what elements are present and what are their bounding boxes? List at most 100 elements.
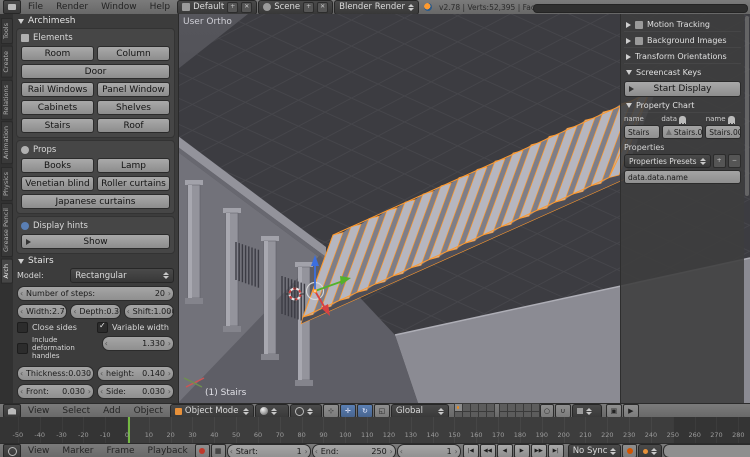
section-transform-orientations[interactable]: Transform Orientations bbox=[624, 50, 741, 64]
handle-factor-slider[interactable]: 1.330 bbox=[101, 336, 174, 351]
rotate-manipulator-button[interactable]: ↻ bbox=[356, 404, 373, 418]
tool-shelf-tab-create[interactable]: Create bbox=[0, 46, 13, 78]
section-motion-tracking[interactable]: Motion Tracking bbox=[624, 18, 741, 32]
add-scene-button[interactable]: + bbox=[303, 1, 315, 13]
venetian-blind-button[interactable]: Venetian blind bbox=[21, 176, 94, 191]
play-reverse-button[interactable]: ◀ bbox=[496, 444, 513, 457]
shelves-button[interactable]: Shelves bbox=[97, 100, 170, 115]
chart-name-field[interactable]: Stairs bbox=[624, 125, 660, 139]
menu-add[interactable]: Add bbox=[97, 406, 126, 416]
menu-window[interactable]: Window bbox=[95, 2, 143, 12]
scale-manipulator-button[interactable]: ◱ bbox=[373, 404, 390, 418]
screen-layout-selector[interactable]: Default + ✕ bbox=[177, 0, 258, 15]
viewport-3d[interactable]: User Ortho (1) Stairs Motion Tracking Ba… bbox=[178, 14, 750, 403]
keying-set-field[interactable] bbox=[663, 444, 750, 457]
current-frame-field[interactable]: 1 bbox=[396, 443, 461, 457]
frame-start-field[interactable]: Start:1 bbox=[226, 443, 311, 457]
side-slider[interactable]: Side:0.030 bbox=[97, 384, 174, 399]
tool-shelf-tab-grease-pencil[interactable]: Grease Pencil bbox=[0, 202, 13, 257]
lamp-button[interactable]: Lamp bbox=[97, 158, 170, 173]
add-layout-button[interactable]: + bbox=[227, 1, 239, 13]
menu-tl-marker[interactable]: Marker bbox=[56, 446, 99, 456]
sync-dropdown[interactable]: No Sync bbox=[567, 443, 622, 457]
panel-window-button[interactable]: Panel Window bbox=[97, 82, 170, 97]
autokey-record-button[interactable] bbox=[194, 444, 210, 457]
keying-options-button[interactable]: ▦ bbox=[210, 444, 226, 457]
variable-width-checkbox[interactable]: Variable width bbox=[97, 321, 174, 333]
rail-windows-button[interactable]: Rail Windows bbox=[21, 82, 94, 97]
properties-presets-dropdown[interactable]: Properties Presets bbox=[624, 154, 711, 168]
tool-shelf-tab-arch[interactable]: Arch bbox=[0, 258, 13, 284]
section-screencast-keys[interactable]: Screencast Keys bbox=[624, 66, 741, 79]
preset-remove-button[interactable]: − bbox=[727, 154, 741, 168]
menu-view[interactable]: View bbox=[22, 406, 55, 416]
room-button[interactable]: Room bbox=[21, 46, 94, 61]
section-background-images[interactable]: Background Images bbox=[624, 34, 741, 48]
menu-select[interactable]: Select bbox=[56, 406, 96, 416]
region-scrollbar[interactable] bbox=[745, 16, 749, 196]
chart-data-field[interactable]: Stairs.002 bbox=[661, 125, 704, 139]
tool-shelf-tab-animation[interactable]: Animation bbox=[0, 121, 13, 165]
thickness-slider[interactable]: Thickness:0.030 bbox=[17, 366, 94, 381]
menu-object[interactable]: Object bbox=[128, 406, 169, 416]
render-engine-dropdown[interactable]: Blender Render bbox=[334, 0, 420, 15]
tool-shelf-tab-physics[interactable]: Physics bbox=[0, 166, 13, 201]
front-slider[interactable]: Front:0.030 bbox=[17, 384, 94, 399]
menu-tl-playback[interactable]: Playback bbox=[142, 446, 194, 456]
translate-manipulator-button[interactable]: ✛ bbox=[339, 404, 356, 418]
deformation-handles-checkbox[interactable]: Include deformation handles bbox=[17, 336, 99, 360]
tool-shelf-tab-tools[interactable]: Tools bbox=[0, 18, 13, 45]
menu-tl-frame[interactable]: Frame bbox=[100, 446, 140, 456]
timeline-playhead[interactable] bbox=[128, 417, 131, 443]
stairs-button[interactable]: Stairs bbox=[21, 118, 94, 133]
close-scene-button[interactable]: ✕ bbox=[317, 1, 329, 13]
info-scrollbar[interactable] bbox=[533, 4, 748, 13]
depth-slider[interactable]: Depth:0.300 bbox=[70, 304, 121, 319]
tool-shelf-tab-relations[interactable]: Relations bbox=[0, 79, 13, 120]
roller-curtains-button[interactable]: Roller curtains bbox=[97, 176, 170, 191]
manipulator-toggle-button[interactable]: ⊹ bbox=[322, 404, 339, 418]
panel-header-stairs[interactable]: Stairs bbox=[16, 256, 175, 266]
menu-tl-view[interactable]: View bbox=[22, 446, 55, 456]
section-property-chart[interactable]: Property Chart bbox=[624, 99, 741, 113]
data-path-field[interactable]: data.data.name bbox=[624, 170, 741, 184]
editor-type-3dview-button[interactable] bbox=[3, 404, 21, 418]
render-opengl-button[interactable]: ▣ bbox=[605, 404, 622, 418]
editor-type-info-button[interactable] bbox=[3, 0, 21, 14]
japanese-curtains-button[interactable]: Japanese curtains bbox=[21, 194, 170, 209]
timeline-canvas[interactable]: -50 -40 -30 -20 -10 0 10 20 30 40 50 60 70 80 90 100 110… bbox=[0, 417, 750, 443]
model-dropdown[interactable]: Rectangular bbox=[70, 268, 174, 283]
height-slider[interactable]: height:0.140 bbox=[97, 366, 174, 381]
column-button[interactable]: Column bbox=[97, 46, 170, 61]
panel-header-archimesh[interactable]: Archimesh bbox=[16, 16, 175, 26]
frame-end-field[interactable]: End:250 bbox=[311, 443, 396, 457]
jump-to-start-button[interactable]: |◀ bbox=[462, 444, 479, 457]
number-of-steps-slider[interactable]: Number of steps:20 bbox=[17, 286, 174, 301]
keying-set-dropdown[interactable] bbox=[638, 443, 663, 457]
show-hints-button[interactable]: Show bbox=[21, 234, 170, 249]
render-opengl-anim-button[interactable]: ▶ bbox=[622, 404, 639, 418]
close-layout-button[interactable]: ✕ bbox=[241, 1, 253, 13]
prev-keyframe-button[interactable]: ◀◀ bbox=[479, 444, 496, 457]
books-button[interactable]: Books bbox=[21, 158, 94, 173]
play-button[interactable]: ▶ bbox=[513, 444, 530, 457]
preset-add-button[interactable]: + bbox=[712, 154, 726, 168]
door-button[interactable]: Door bbox=[21, 64, 170, 79]
roof-button[interactable]: Roof bbox=[97, 118, 170, 133]
ghost-icon[interactable] bbox=[727, 115, 735, 124]
width-slider[interactable]: Width:2.710 bbox=[17, 304, 68, 319]
cabinets-button[interactable]: Cabinets bbox=[21, 100, 94, 115]
jump-to-end-button[interactable]: ▶| bbox=[547, 444, 564, 457]
editor-type-timeline-button[interactable] bbox=[3, 444, 21, 457]
menu-file[interactable]: File bbox=[22, 2, 49, 12]
ghost-icon[interactable] bbox=[679, 115, 687, 124]
scene-selector[interactable]: Scene + ✕ bbox=[258, 0, 334, 15]
chart-name2-field[interactable]: Stairs.002 bbox=[705, 125, 741, 139]
shift-slider[interactable]: Shift:1.000 bbox=[123, 304, 174, 319]
menu-help[interactable]: Help bbox=[144, 2, 177, 12]
menu-render[interactable]: Render bbox=[50, 2, 94, 12]
lock-to-scene-button[interactable]: ○ bbox=[539, 404, 554, 418]
close-sides-checkbox[interactable]: Close sides bbox=[17, 322, 94, 333]
start-display-button[interactable]: Start Display bbox=[624, 81, 741, 97]
snap-magnet-button[interactable]: ∪ bbox=[554, 404, 571, 418]
